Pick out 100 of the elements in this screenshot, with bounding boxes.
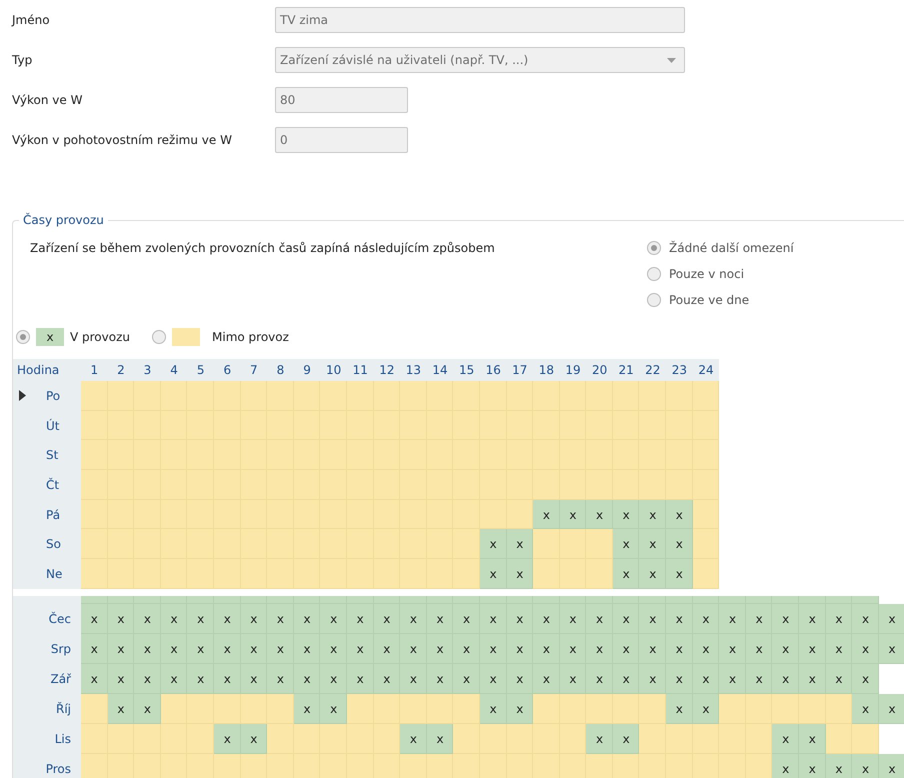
grid-cell[interactable]: x — [612, 664, 640, 694]
grid-cell[interactable]: x — [746, 634, 772, 664]
grid-cell[interactable] — [453, 381, 480, 411]
grid-cell[interactable] — [692, 724, 720, 754]
grid-cell[interactable] — [134, 724, 161, 754]
grid-cell[interactable] — [134, 381, 161, 411]
grid-cell[interactable]: x — [480, 529, 506, 560]
grid-cell[interactable] — [692, 410, 720, 440]
grid-cell[interactable] — [374, 596, 400, 604]
grid-cell[interactable]: x — [639, 529, 666, 560]
grid-cell[interactable] — [453, 500, 480, 530]
input-field[interactable]: 0 — [275, 127, 408, 153]
grid-cell[interactable]: x — [506, 664, 534, 694]
grid-cell[interactable]: x — [453, 604, 480, 634]
grid-cell[interactable] — [612, 381, 640, 411]
grid-cell[interactable] — [346, 724, 374, 754]
grid-cell[interactable]: x — [346, 664, 374, 694]
grid-cell[interactable]: x — [639, 634, 666, 664]
grid-cell[interactable] — [267, 694, 294, 724]
grid-cell[interactable] — [214, 559, 241, 589]
grid-cell[interactable]: x — [108, 634, 134, 664]
grid-cell[interactable] — [692, 381, 720, 411]
grid-cell[interactable]: x — [506, 529, 534, 560]
grid-cell[interactable]: x — [400, 634, 427, 664]
grid-cell[interactable] — [426, 381, 454, 411]
grid-cell[interactable]: x — [799, 754, 826, 778]
grid-cell[interactable] — [560, 470, 586, 500]
grid-cell[interactable] — [692, 440, 720, 470]
grid-cell[interactable]: x — [294, 694, 320, 724]
grid-cell[interactable] — [453, 754, 480, 778]
input-field[interactable]: 80 — [275, 87, 408, 113]
grid-cell[interactable] — [533, 559, 560, 589]
grid-cell[interactable]: x — [878, 604, 904, 634]
grid-cell[interactable] — [746, 694, 772, 724]
grid-cell[interactable] — [160, 559, 188, 589]
grid-cell[interactable]: x — [294, 634, 320, 664]
grid-cell[interactable] — [639, 694, 666, 724]
type-dropdown[interactable]: Zařízení závislé na uživateli (např. TV, ...) — [275, 47, 685, 73]
grid-cell[interactable]: x — [826, 664, 852, 694]
grid-cell[interactable] — [346, 559, 374, 589]
grid-cell[interactable] — [826, 596, 852, 604]
input-field[interactable]: TV zima — [275, 7, 685, 33]
grid-cell[interactable]: x — [108, 664, 134, 694]
grid-cell[interactable]: x — [852, 754, 879, 778]
grid-cell[interactable]: x — [160, 604, 188, 634]
grid-cell[interactable] — [826, 724, 852, 754]
grid-cell[interactable] — [852, 724, 879, 754]
grid-cell[interactable]: x — [214, 604, 241, 634]
grid-cell[interactable] — [267, 559, 294, 589]
grid-cell[interactable]: x — [506, 694, 534, 724]
grid-cell[interactable]: x — [586, 634, 613, 664]
grid-cell[interactable] — [692, 559, 720, 589]
grid-cell[interactable] — [586, 754, 613, 778]
grid-cell[interactable] — [214, 381, 241, 411]
grid-cell[interactable]: x — [400, 724, 427, 754]
grid-cell[interactable]: x — [346, 604, 374, 634]
grid-cell[interactable] — [81, 529, 108, 560]
grid-cell[interactable] — [81, 410, 108, 440]
grid-cell[interactable]: x — [426, 724, 454, 754]
grid-cell[interactable]: x — [799, 634, 826, 664]
grid-cell[interactable] — [586, 529, 613, 560]
grid-cell[interactable]: x — [666, 664, 693, 694]
grid-cell[interactable] — [267, 754, 294, 778]
grid-cell[interactable] — [400, 596, 427, 604]
grid-cell[interactable] — [240, 754, 268, 778]
grid-cell[interactable]: x — [134, 694, 161, 724]
grid-cell[interactable] — [81, 500, 108, 530]
grid-cell[interactable] — [400, 694, 427, 724]
grid-cell[interactable]: x — [160, 634, 188, 664]
grid-cell[interactable] — [81, 470, 108, 500]
grid-cell[interactable]: x — [852, 634, 879, 664]
grid-cell[interactable] — [267, 724, 294, 754]
grid-cell[interactable]: x — [320, 694, 347, 724]
grid-cell[interactable]: x — [746, 664, 772, 694]
grid-cell[interactable] — [666, 724, 693, 754]
grid-cell[interactable] — [187, 724, 214, 754]
grid-cell[interactable]: x — [240, 724, 268, 754]
grid-cell[interactable] — [506, 381, 534, 411]
grid-cell[interactable]: x — [294, 664, 320, 694]
grid-cell[interactable] — [852, 596, 879, 604]
grid-cell[interactable] — [426, 754, 454, 778]
grid-cell[interactable] — [506, 470, 534, 500]
grid-cell[interactable] — [586, 559, 613, 589]
grid-cell[interactable]: x — [81, 634, 108, 664]
grid-cell[interactable] — [666, 470, 693, 500]
grid-cell[interactable] — [586, 470, 613, 500]
grid-cell[interactable]: x — [772, 754, 800, 778]
grid-cell[interactable] — [400, 559, 427, 589]
grid-cell[interactable]: x — [320, 604, 347, 634]
grid-cell[interactable]: x — [586, 500, 613, 530]
grid-cell[interactable] — [267, 381, 294, 411]
grid-cell[interactable] — [108, 381, 134, 411]
grid-cell[interactable] — [426, 596, 454, 604]
grid-cell[interactable] — [480, 381, 506, 411]
grid-cell[interactable] — [453, 529, 480, 560]
option-label[interactable]: Pouze v noci — [669, 267, 744, 281]
grid-cell[interactable]: x — [852, 664, 879, 694]
grid-cell[interactable]: x — [612, 604, 640, 634]
grid-cell[interactable]: x — [426, 664, 454, 694]
grid-cell[interactable] — [453, 724, 480, 754]
